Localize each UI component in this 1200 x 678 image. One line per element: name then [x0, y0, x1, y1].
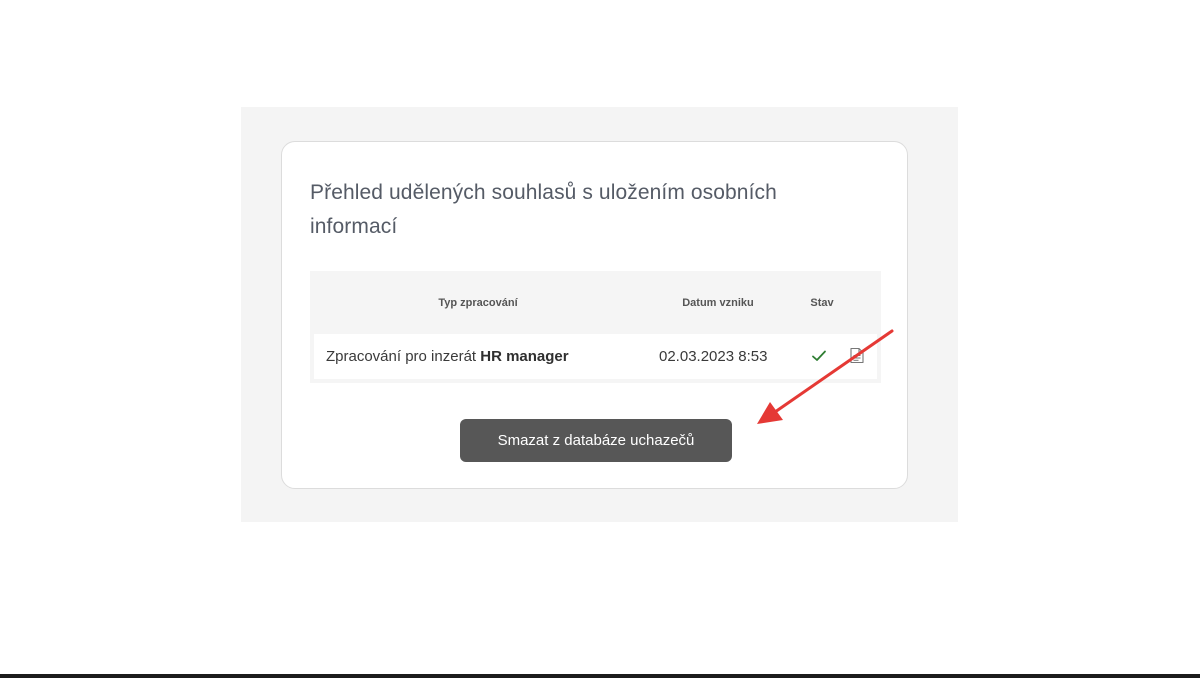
- row-date-cell: 02.03.2023 8:53: [659, 348, 768, 365]
- table-row: Zpracování pro inzerát HR manager 02.03.…: [314, 334, 877, 379]
- column-header-date: Datum vzniku: [682, 297, 754, 309]
- row-type-cell: Zpracování pro inzerát HR manager: [326, 348, 569, 365]
- row-type-prefix: Zpracování pro inzerát: [326, 348, 481, 365]
- delete-from-database-button[interactable]: Smazat z databáze uchazečů: [460, 419, 732, 462]
- consent-card: Přehled udělených souhlasů s uložením os…: [281, 141, 908, 489]
- column-header-type: Typ zpracování: [438, 297, 518, 309]
- document-icon[interactable]: [850, 347, 864, 364]
- page-title: Přehled udělených souhlasů s uložením os…: [310, 181, 777, 238]
- check-icon: [812, 350, 826, 361]
- content-frame: Přehled udělených souhlasů s uložením os…: [241, 107, 958, 522]
- window-bottom-edge: [0, 674, 1200, 678]
- row-type-name: HR manager: [480, 348, 569, 365]
- column-header-state: Stav: [810, 297, 834, 309]
- consent-table: Typ zpracování Datum vzniku Stav Zpracov…: [310, 271, 881, 383]
